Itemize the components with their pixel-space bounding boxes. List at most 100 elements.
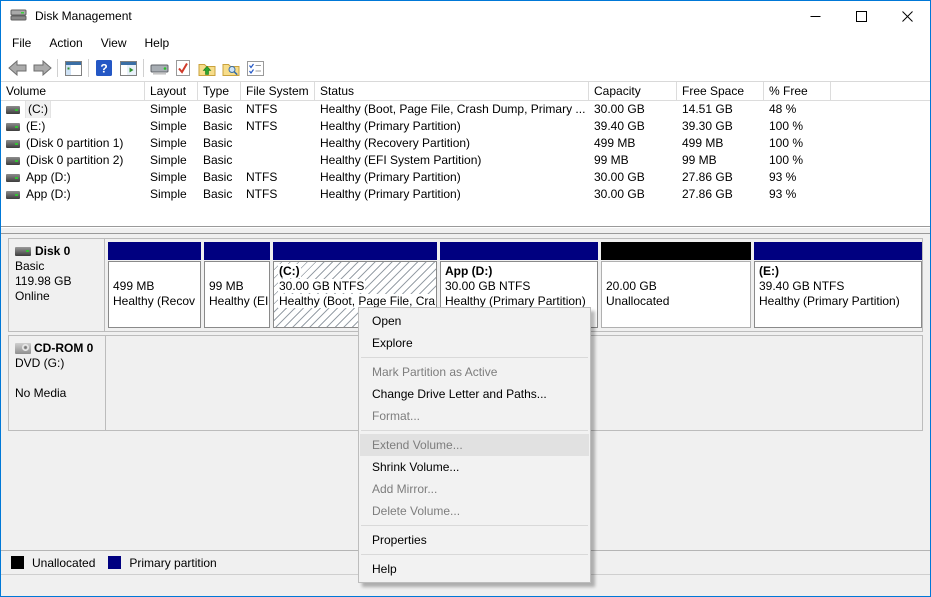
menu-separator [361,525,588,526]
menu-item-properties[interactable]: Properties [360,529,589,551]
volume-name: (Disk 0 partition 1) [26,135,123,152]
partition-title [209,264,268,279]
unallocated-swatch [11,556,24,569]
maximize-button[interactable] [838,1,884,31]
pct-free-cell: 100 % [764,118,831,135]
type-cell: Basic [198,135,241,152]
title-bar[interactable]: Disk Management [1,1,930,31]
primary-partition-bar [273,242,437,260]
partition-status: Unallocated [606,294,749,309]
file-system-cell: NTFS [241,118,315,135]
pct-free-cell: 48 % [764,101,831,118]
menu-separator [361,554,588,555]
layout-cell: Simple [145,118,198,135]
capacity-cell: 499 MB [589,135,677,152]
column-header-file-system[interactable]: File System [241,82,315,100]
partition-size: 30.00 GB NTFS [445,279,596,294]
partition-title: (C:) [278,264,301,278]
column-header-filler [831,82,930,100]
column-header-free-space[interactable]: Free Space [677,82,764,100]
disk0-header[interactable]: Disk 0 Basic 119.98 GB Online [9,239,105,331]
status-cell: Healthy (Recovery Partition) [315,135,589,152]
menu-item-open[interactable]: Open [360,310,589,332]
cdrom-status: No Media [15,386,101,401]
details-list-icon[interactable] [243,57,267,79]
menu-item-change-drive-letter[interactable]: Change Drive Letter and Paths... [360,383,589,405]
layout-cell: Simple [145,101,198,118]
partition-size: 39.40 GB NTFS [759,279,920,294]
legend-label: Primary partition [129,556,216,570]
menu-item-help[interactable]: Help [360,558,589,580]
cdrom-name: CD-ROM 0 [34,341,93,356]
column-header-status[interactable]: Status [315,82,589,100]
primary-partition-swatch [108,556,121,569]
show-console-tree-icon[interactable] [61,57,85,79]
menu-file[interactable]: File [3,33,40,53]
hdd-icon [6,106,20,114]
check-document-icon[interactable] [171,57,195,79]
menu-help[interactable]: Help [136,33,179,53]
forward-icon[interactable] [30,57,54,79]
table-row[interactable]: (Disk 0 partition 2) Simple Basic Health… [1,152,930,169]
partition-recovery[interactable]: 499 MB Healthy (Recov [108,242,201,328]
capacity-cell: 99 MB [589,152,677,169]
folder-search-icon[interactable] [219,57,243,79]
table-row[interactable]: App (D:) Simple Basic NTFS Healthy (Prim… [1,186,930,203]
cdrom-header[interactable]: CD-ROM 0 DVD (G:) No Media [9,336,106,430]
hdd-icon [6,191,20,199]
column-header-volume[interactable]: Volume [1,82,145,100]
back-icon[interactable] [6,57,30,79]
cdrom-media-type: DVD (G:) [15,356,101,371]
disk-drive-icon[interactable] [147,57,171,79]
show-action-pane-icon[interactable] [116,57,140,79]
primary-partition-bar [108,242,201,260]
help-icon[interactable]: ? [92,57,116,79]
menu-bar: File Action View Help [1,31,930,55]
status-cell: Healthy (EFI System Partition) [315,152,589,169]
file-system-cell: NTFS [241,186,315,203]
free-space-cell: 27.86 GB [677,169,764,186]
table-row[interactable]: App (D:) Simple Basic NTFS Healthy (Prim… [1,169,930,186]
menu-item-shrink-volume[interactable]: Shrink Volume... [360,456,589,478]
minimize-button[interactable] [792,1,838,31]
type-cell: Basic [198,169,241,186]
menu-item-format: Format... [360,405,589,427]
disk-icon [15,247,31,256]
column-header-layout[interactable]: Layout [145,82,198,100]
partition-unallocated[interactable]: 20.00 GB Unallocated [601,242,751,328]
close-button[interactable] [884,1,930,31]
table-row[interactable]: (Disk 0 partition 1) Simple Basic Health… [1,135,930,152]
partition-e[interactable]: (E:) 39.40 GB NTFS Healthy (Primary Part… [754,242,922,328]
pane-splitter[interactable] [1,226,930,234]
menu-action[interactable]: Action [40,33,91,53]
menu-item-delete-volume: Delete Volume... [360,500,589,522]
menu-view[interactable]: View [92,33,136,53]
column-header-pct-free[interactable]: % Free [764,82,831,100]
partition-status: Healthy (Boot, Page File, Cra [278,294,436,308]
partition-size: 20.00 GB [606,279,749,294]
disk-management-window: Disk Management File Action View Help [0,0,931,597]
legend-item-unallocated: Unallocated [11,556,95,570]
pct-free-cell: 100 % [764,135,831,152]
partition-title: (E:) [759,264,920,279]
volume-name: (C:) [26,101,50,118]
disk0-layout: Basic [15,259,100,274]
volume-list-pane: Volume Layout Type File System Status Ca… [1,82,930,226]
toolbar-separator [57,59,58,77]
table-row[interactable]: (E:) Simple Basic NTFS Healthy (Primary … [1,118,930,135]
volume-name: (Disk 0 partition 2) [26,152,123,169]
primary-partition-bar [754,242,922,260]
toolbar: ? [1,55,930,82]
table-row[interactable]: (C:) Simple Basic NTFS Healthy (Boot, Pa… [1,101,930,118]
capacity-cell: 39.40 GB [589,118,677,135]
partition-efi[interactable]: 99 MB Healthy (EI [204,242,270,328]
folder-up-icon[interactable] [195,57,219,79]
menu-item-add-mirror: Add Mirror... [360,478,589,500]
column-header-type[interactable]: Type [198,82,241,100]
type-cell: Basic [198,101,241,118]
menu-item-explore[interactable]: Explore [360,332,589,354]
capacity-cell: 30.00 GB [589,169,677,186]
column-header-capacity[interactable]: Capacity [589,82,677,100]
hdd-icon [6,140,20,148]
menu-item-extend-volume: Extend Volume... [360,434,589,456]
